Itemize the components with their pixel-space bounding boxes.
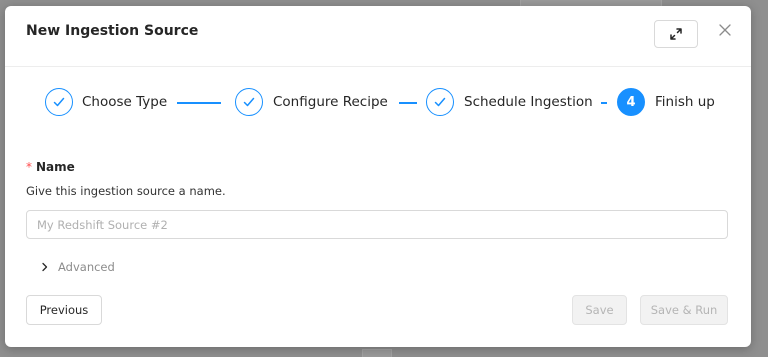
step-4-label: Finish up <box>655 94 715 110</box>
expand-arrows-icon <box>670 28 682 40</box>
name-help-text: Give this ingestion source a name. <box>26 184 226 198</box>
close-x-icon <box>719 24 731 36</box>
step-1-label: Choose Type <box>82 94 168 110</box>
chevron-right-icon <box>42 262 48 272</box>
step-3-indicator <box>426 88 454 116</box>
expand-button[interactable] <box>654 20 698 48</box>
save-and-run-button[interactable]: Save & Run <box>640 295 728 325</box>
step-connector <box>601 102 607 104</box>
check-icon <box>53 97 65 107</box>
name-input[interactable] <box>26 210 728 239</box>
modal-header: New Ingestion Source <box>5 6 751 67</box>
step-connector <box>177 102 221 104</box>
step-1-indicator <box>45 88 73 116</box>
step-4-indicator: 4 <box>617 88 645 116</box>
modal-title: New Ingestion Source <box>26 23 199 39</box>
ingestion-modal: New Ingestion Source Choose Type Configu… <box>5 6 751 347</box>
step-2-label: Configure Recipe <box>273 94 388 110</box>
advanced-toggle[interactable]: Advanced <box>41 260 115 274</box>
check-icon <box>243 97 255 107</box>
required-marker: * <box>26 160 32 174</box>
name-label-text: Name <box>36 160 75 174</box>
background-button-fragment <box>362 349 392 357</box>
check-icon <box>434 97 446 107</box>
close-button[interactable] <box>717 22 733 38</box>
step-2-indicator <box>235 88 263 116</box>
previous-button[interactable]: Previous <box>26 295 102 325</box>
step-connector <box>399 102 417 104</box>
advanced-label: Advanced <box>58 260 115 274</box>
save-button[interactable]: Save <box>572 295 627 325</box>
step-3-label: Schedule Ingestion <box>464 94 593 110</box>
name-field-label: * Name <box>26 160 75 174</box>
